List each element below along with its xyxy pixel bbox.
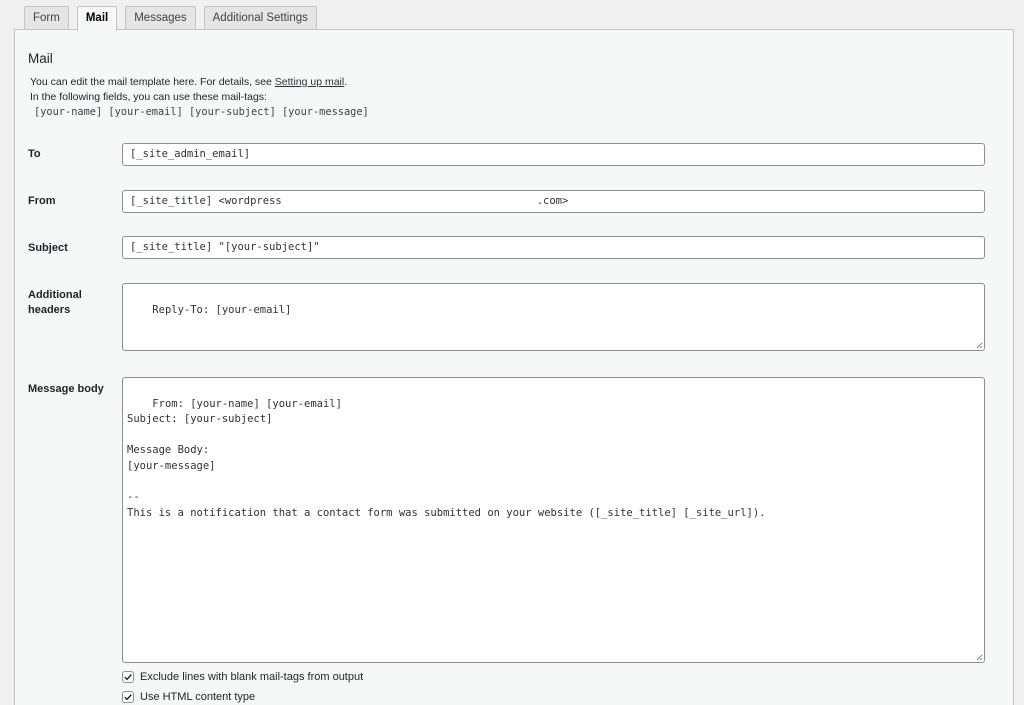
tab-messages[interactable]: Messages [125,6,196,30]
additional-headers-textarea[interactable]: Reply-To: [your-email] [122,283,985,351]
from-label: From [28,195,56,207]
setting-up-mail-link[interactable]: Setting up mail [275,76,344,88]
html-content-checkbox[interactable] [122,691,134,703]
section-heading: Mail [28,51,53,66]
tab-form[interactable]: Form [24,6,69,30]
subject-input[interactable]: [_site_title] "[your-subject]" [122,236,985,259]
redacted-region [281,193,537,209]
subject-label: Subject [28,242,68,254]
mail-tags-hint: In the following fields, you can use the… [30,91,267,103]
to-label: To [28,148,41,160]
exclude-blank-checkbox[interactable] [122,671,134,683]
checkmark-icon [124,674,132,681]
resize-grip-icon[interactable] [975,341,983,349]
resize-grip-icon[interactable] [975,653,983,661]
mail-tags-list: [your-name] [your-email] [your-subject] … [34,106,369,118]
additional-headers-label: Additional headers [28,289,82,316]
exclude-blank-label: Exclude lines with blank mail-tags from … [140,671,364,683]
tab-mail[interactable]: Mail [76,6,118,31]
to-input[interactable]: [_site_admin_email] [122,143,985,166]
html-content-label: Use HTML content type [140,691,256,703]
checkmark-icon [124,694,132,701]
html-content-option[interactable]: Use HTML content type [122,691,255,703]
exclude-blank-option[interactable]: Exclude lines with blank mail-tags from … [122,671,363,683]
message-body-textarea[interactable]: From: [your-name] [your-email] Subject: … [122,377,985,663]
mail-panel: Mail You can edit the mail template here… [14,29,1014,705]
tab-additional-settings[interactable]: Additional Settings [203,6,317,30]
from-input[interactable]: [_site_title] <wordpress .com> [122,190,985,213]
message-body-label: Message body [28,383,104,395]
mail-description: You can edit the mail template here. For… [30,76,348,88]
tab-bar: Form Mail Messages Additional Settings [24,6,317,31]
